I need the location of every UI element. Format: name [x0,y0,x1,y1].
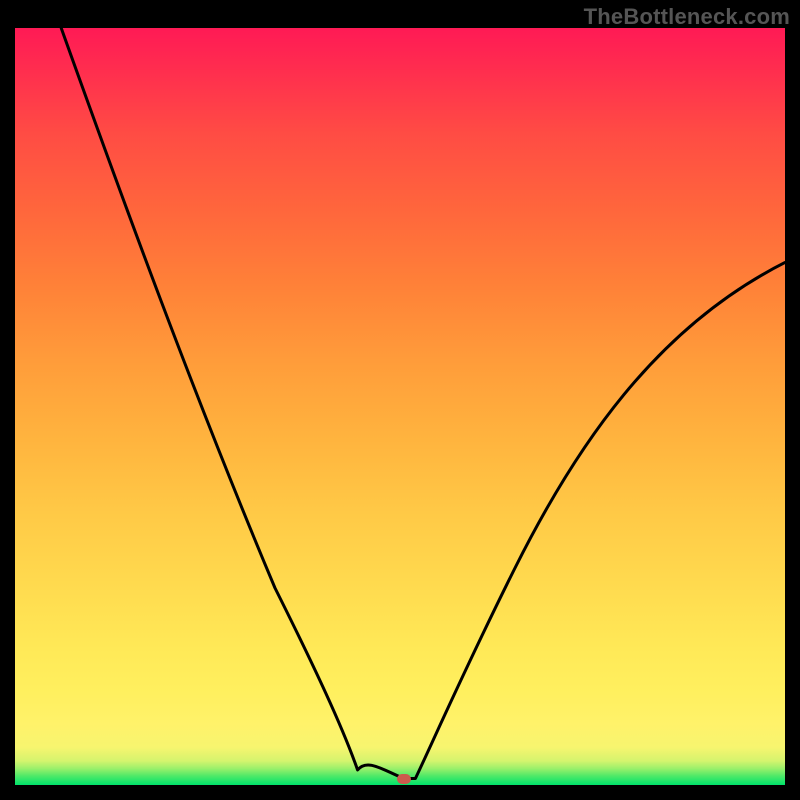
bottleneck-curve [15,28,785,785]
watermark-text: TheBottleneck.com [584,4,790,30]
chart-frame: TheBottleneck.com [0,0,800,800]
curve-path [61,28,785,779]
plot-area [15,28,785,785]
minimum-marker [397,774,411,784]
